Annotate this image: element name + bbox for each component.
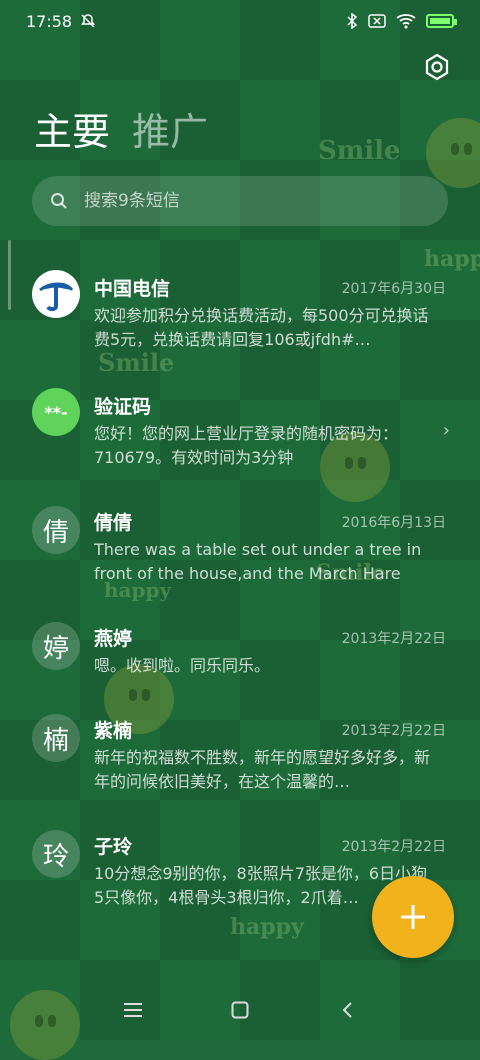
telecom-logo-icon (35, 273, 77, 315)
status-time: 17:58 (26, 11, 73, 31)
tab-promotions[interactable]: 推广 (132, 108, 208, 156)
avatar: 婷 (32, 622, 80, 670)
gear-icon (425, 53, 449, 81)
contact-name: 中国电信 (94, 278, 171, 300)
conversation-item[interactable]: 中国电信 2017年6月30日 欢迎参加积分兑换话费活动，每500分可兑换话费5… (0, 268, 480, 368)
avatar (32, 270, 80, 318)
plus-icon (401, 905, 425, 929)
home-nav-button[interactable] (220, 990, 260, 1030)
settings-button[interactable] (422, 52, 452, 82)
conversation-item[interactable]: **- 验证码 您好！您的网上营业厅登录的随机密码为：710679。有效时间为3… (0, 386, 480, 486)
home-square-icon (231, 1001, 249, 1019)
back-chevron-icon (342, 1002, 352, 1018)
new-message-button[interactable] (372, 876, 454, 958)
message-preview: 欢迎参加积分兑换话费活动，每500分可兑换话费5元，兑换话费请回复106或jfd… (94, 306, 429, 349)
message-date: 2017年6月30日 (341, 281, 446, 297)
conversation-item[interactable]: 楠 紫楠 2013年2月22日 新年的祝福数不胜数，新年的愿望好多好多，新年的问… (0, 712, 480, 812)
status-bar: 17:58 (0, 0, 480, 42)
message-date: 2013年2月22日 (341, 631, 446, 647)
tab-bar: 主要 推广 (34, 108, 208, 156)
battery-charging-icon (426, 14, 457, 28)
contact-name: 倩倩 (94, 512, 133, 534)
avatar-text: 婷 (42, 633, 69, 664)
menu-icon (124, 1003, 143, 1017)
message-preview: 新年的祝福数不胜数，新年的愿望好多好多，新年的问候依旧美好，在这个温馨的… (94, 748, 430, 791)
message-date: 2013年2月22日 (341, 839, 446, 855)
avatar: 倩 (32, 506, 80, 554)
avatar-text: 楠 (42, 725, 69, 756)
search-input[interactable] (82, 190, 430, 212)
chevron-right-icon: › (442, 420, 450, 441)
avatar-text: **- (44, 402, 68, 422)
wifi-icon (396, 14, 416, 29)
conversation-item[interactable]: 倩 倩倩 2016年6月13日 There was a table set ou… (0, 504, 480, 604)
message-date: 2013年2月22日 (341, 723, 446, 739)
contact-name: 子玲 (94, 836, 133, 858)
navigation-bar (0, 980, 480, 1040)
conversation-item[interactable]: 婷 燕婷 2013年2月22日 嗯。收到啦。同乐同乐。 (0, 620, 480, 700)
contact-name: 紫楠 (94, 720, 133, 742)
search-icon (51, 193, 67, 209)
menu-nav-button[interactable] (113, 990, 153, 1030)
avatar: 玲 (32, 830, 80, 878)
avatar: 楠 (32, 714, 80, 762)
search-bar[interactable] (32, 176, 448, 226)
sim-off-icon (368, 14, 386, 28)
mute-icon (81, 14, 96, 28)
message-date: 2016年6月13日 (341, 515, 446, 531)
message-preview: 您好！您的网上营业厅登录的随机密码为：710679。有效时间为3分钟 (94, 424, 399, 467)
back-nav-button[interactable] (327, 990, 367, 1030)
tab-primary[interactable]: 主要 (34, 108, 110, 156)
avatar: **- (32, 388, 80, 436)
bluetooth-icon (347, 13, 358, 29)
message-preview: 嗯。收到啦。同乐同乐。 (94, 656, 271, 675)
doodle-smile-1: Smile (318, 136, 401, 166)
avatar-text: 玲 (42, 841, 69, 872)
message-preview: There was a table set out under a tree i… (94, 540, 422, 583)
contact-name: 燕婷 (94, 628, 133, 650)
contact-name: 验证码 (94, 396, 152, 418)
avatar-text: 倩 (42, 517, 69, 548)
